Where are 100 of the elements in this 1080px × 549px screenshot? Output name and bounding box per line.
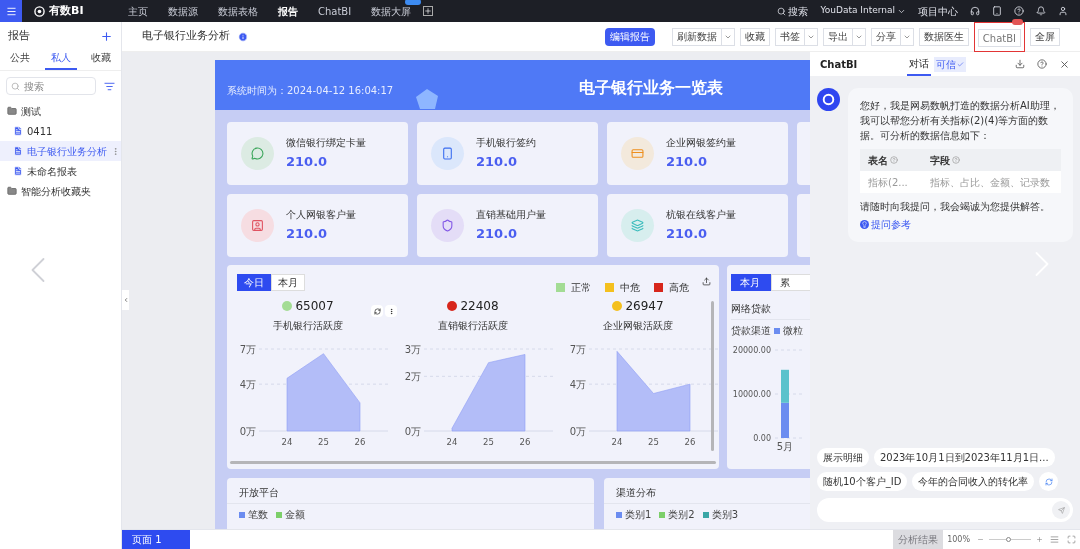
search-field[interactable]: 搜索 [6,77,96,95]
project-link[interactable]: 项目中心 [918,3,958,19]
nav-link[interactable]: 数据大屏 [371,5,412,17]
axis-label: 0万 [239,426,256,437]
sidebar-tab[interactable]: 公共 [4,50,36,70]
legend-label: 正常 [571,281,591,295]
metric-value: 26947 [625,298,664,315]
tree-item[interactable]: 0411 [0,121,121,141]
nav-link[interactable]: 报告 [278,5,298,17]
tree-item[interactable]: 智能分析收藏夹 [0,181,121,201]
legend-title: 贷款渠道 [731,324,771,338]
kpi-value: 210.0 [666,225,709,244]
axis-label: 26 [684,437,696,447]
axis-label: 4万 [569,379,586,391]
tips-link[interactable]: 提问参考 [871,217,911,232]
axis-label: 25 [483,437,494,447]
tree-item[interactable]: 未命名报表 [0,161,121,181]
toolbar-button[interactable]: 导出 [822,27,853,46]
sidebar-tab[interactable]: 收藏 [85,50,117,70]
legend-label: 高危 [669,281,689,295]
kpi-label: 微信银行绑定卡量 [286,136,366,151]
axis-label: 26 [354,437,366,447]
toolbar-button[interactable]: 书签 [774,27,805,46]
report-title: 电子银行业务分析 [142,28,230,45]
system-time: 系统时间为：2024-04-12 16:04:17 [227,84,394,98]
period-tab[interactable]: 今日 [237,274,271,291]
axis-label: 24 [446,437,458,447]
sidebar-tab[interactable]: 私人 [44,50,77,70]
legend-label: 类别2 [668,508,695,522]
axis-label: 5月 [776,441,794,452]
toolbar-button[interactable]: 刷新数据 [671,27,722,46]
zoom-value: 100% [946,533,971,546]
edit-button[interactable]: 编辑报告 [604,27,655,46]
kpi-value: 210.0 [476,225,519,244]
axis-label: 7万 [569,344,586,355]
column-header: 表名 [868,153,888,168]
axis-label: 0万 [404,426,421,437]
sidebar-title: 报告 [8,27,30,44]
legend-label: 笔数 [248,508,268,522]
search-link[interactable]: 搜索 [777,3,809,19]
kpi-label: 手机银行签约 [476,136,536,151]
nav-link[interactable]: 数据表格 [218,5,258,17]
metric-value: 65007 [295,298,334,315]
legend-label: 类别1 [624,508,652,522]
search-input[interactable]: 搜索 [24,78,91,94]
trust-badge: 可信 [933,56,966,72]
workspace-select[interactable]: YouData Internal [820,4,906,18]
message-text: 您好，我是网易数帆打造的数据分析AI助理，我可以帮您分析有关指标(2)(4)等方面的数据。可分析的数据信息如下： [860,99,1061,143]
tree-item[interactable]: 电子银行业务分析 [0,141,121,161]
suggestion-chip[interactable]: 今年的合同收入的转化率 [912,472,1035,491]
kpi-value: 210.0 [666,153,709,172]
nav-link[interactable]: ChatBI [318,5,352,17]
legend-label: 微粒 [783,324,803,338]
period-tab[interactable]: 本月 [271,274,305,291]
axis-label: 4万 [239,379,256,391]
dashboard-title: 电子银行业务一览表 [579,77,723,99]
kpi-value: 210.0 [286,225,329,244]
axis-label: 26 [519,437,531,447]
closing-text: 请随时向我提问，我会竭诚为您提供解答。 [860,200,1051,214]
toolbar-button[interactable]: 收藏 [739,27,770,46]
analysis-button[interactable]: 分析结果 [893,529,944,549]
kpi-label: 直销基础用户量 [476,208,546,223]
axis-label: 7万 [239,344,256,355]
kpi-label: 企业网银签约量 [666,136,736,151]
metric-label: 手机银行活跃度 [273,319,343,333]
kpi-label: 个人网银客户量 [286,208,356,223]
axis-label: 25 [318,437,329,447]
toolbar-button[interactable]: 数据医生 [918,27,969,46]
axis-label: 0.00 [753,434,771,443]
axis-label: 24 [281,437,293,447]
toolbar-button[interactable]: 分享 [870,27,901,46]
legend-label: 中危 [620,281,640,295]
logo-text: 有数BI [49,2,84,19]
axis-label: 20000.00 [732,346,771,355]
axis-label: 25 [648,437,659,447]
metric-label: 直销银行活跃度 [438,319,508,333]
table-cell-text: 指标(2... [868,175,909,190]
column-header: 字段 [930,153,950,168]
page-tab[interactable]: 页面 1 [122,529,190,549]
kpi-value: 210.0 [286,153,329,172]
metric-value: 22408 [460,298,499,315]
suggestion-chip[interactable]: 随机10个客户_ID [817,472,908,491]
axis-label: 3万 [404,344,421,355]
panel-title: 开放平台 [227,478,594,504]
period-tab[interactable]: 本月 [731,274,771,291]
toolbar-button[interactable]: ChatBI [977,29,1021,47]
axis-label: 2万 [404,371,421,383]
legend-label: 金额 [285,508,305,522]
kpi-value: 210.0 [476,153,519,172]
suggestion-chip[interactable]: 2023年10月1日到2023年11月1日... [874,448,1055,467]
nav-link[interactable]: 主页 [128,5,148,17]
toolbar-button[interactable]: 全屏 [1030,27,1060,46]
nav-link[interactable]: 数据源 [168,5,198,17]
period-tab[interactable]: 累 [771,274,810,291]
axis-label: 10000.00 [732,390,771,399]
legend-label: 类别3 [711,508,738,522]
table-cell-text: 指标、占比、金额、记录数 [930,175,1050,190]
chat-tab[interactable]: 对话 [906,52,931,76]
tree-item[interactable]: 测试 [0,101,121,121]
suggestion-chip[interactable]: 展示明细 [817,448,869,467]
